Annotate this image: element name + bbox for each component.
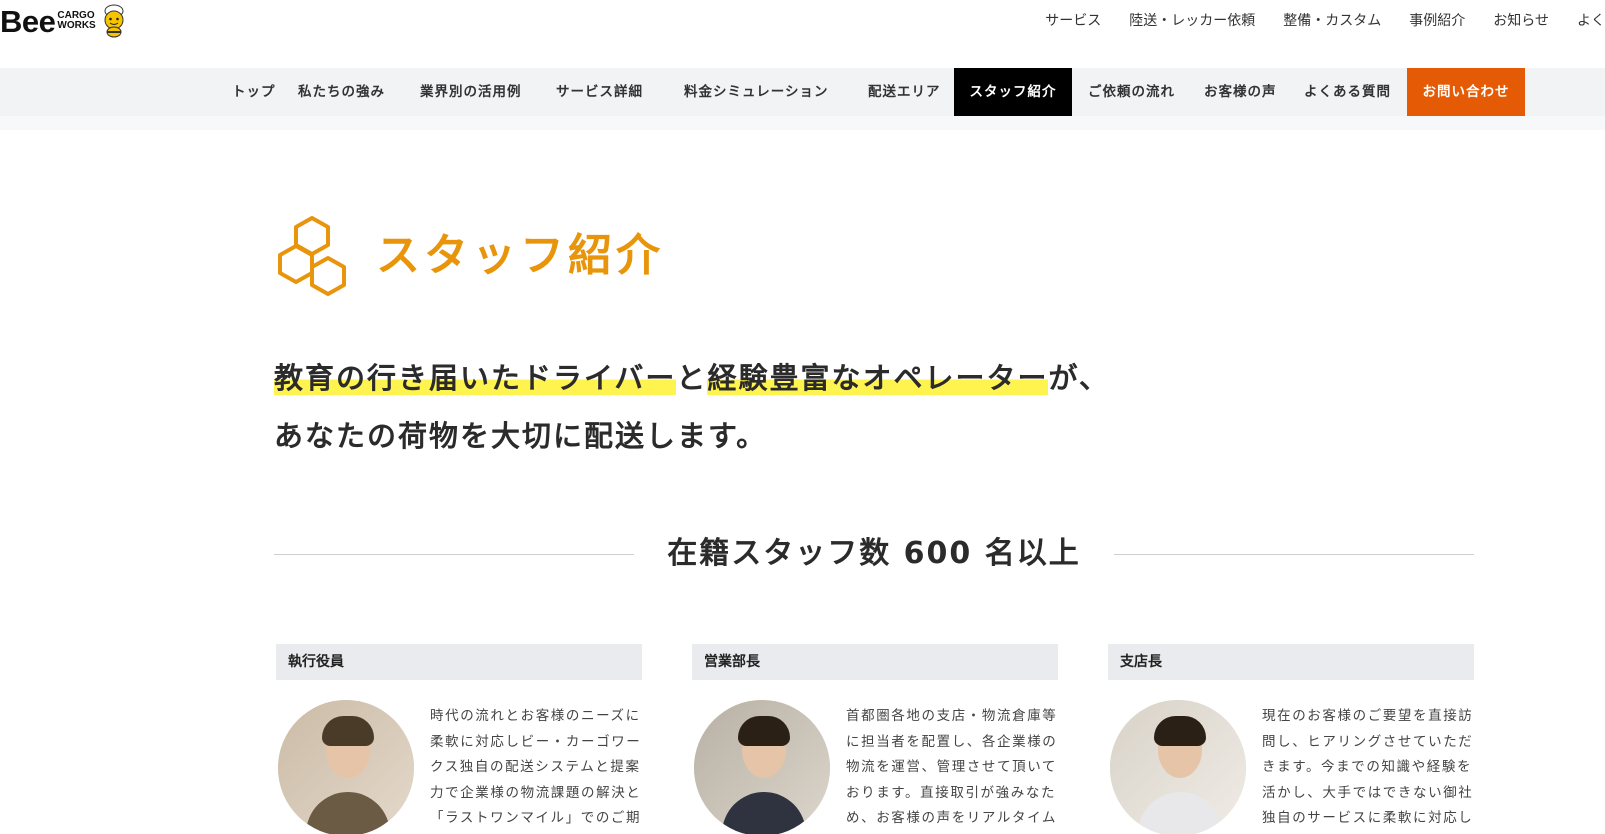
staff-card: 執行役員 時代の流れとお客様のニーズに柔軟に対応しビー・カーゴワークス独自の配送… (276, 644, 642, 834)
bee-mascot-icon (104, 4, 124, 38)
staff-role: 執行役員 (276, 644, 642, 680)
staff-card: 支店長 現在のお客様のご要望を直接訪問し、ヒアリングさせていただきます。今までの… (1108, 644, 1474, 834)
nav-staff[interactable]: スタッフ紹介 (954, 68, 1072, 116)
staff-count: 在籍スタッフ数 600 名以上 (667, 536, 1081, 571)
logo-wordmark: Bee (0, 3, 56, 39)
nav-service-details[interactable]: サービス詳細 (556, 68, 643, 116)
lead-highlight-operators: 経験豊富なオペレーター (707, 361, 1049, 395)
staff-role: 営業部長 (692, 644, 1058, 680)
staff-role: 支店長 (1108, 644, 1474, 680)
nav-bottom-strip (0, 116, 1605, 130)
staff-description: 現在のお客様のご要望を直接訪問し、ヒアリングさせていただきます。今までの知識や経… (1262, 708, 1474, 826)
page-title: スタッフ紹介 (376, 230, 664, 281)
staff-photo (1110, 700, 1246, 834)
top-nav-news[interactable]: お知らせ (1493, 10, 1549, 32)
top-nav: サービス 陸送・レッカー依頼 整備・カスタム 事例紹介 お知らせ よく (1017, 10, 1605, 32)
nav-price-simulation[interactable]: 料金シミュレーション (684, 68, 828, 116)
hexagon-icon (278, 216, 346, 296)
staff-description: 時代の流れとお客様のニーズに柔軟に対応しビー・カーゴワークス独自の配送システムと… (430, 708, 642, 826)
top-nav-cases[interactable]: 事例紹介 (1409, 10, 1465, 32)
nav-delivery-area[interactable]: 配送エリア (868, 68, 941, 116)
nav-top[interactable]: トップ (232, 68, 276, 116)
nav-industry-cases[interactable]: 業界別の活用例 (420, 68, 522, 116)
top-nav-maintenance[interactable]: 整備・カスタム (1283, 10, 1381, 32)
site-header: Bee CARGO WORKS サービス 陸送・レッカー依頼 整備・カスタム 事… (0, 0, 1605, 68)
lead-line-2: あなたの荷物を大切に配送します。 (274, 419, 768, 453)
staff-card: 営業部長 首都圏各地の支店・物流倉庫等に担当者を配置し、各企業様の物流を運営、管… (692, 644, 1058, 834)
contact-button[interactable]: お問い合わせ (1407, 68, 1525, 116)
top-nav-towing[interactable]: 陸送・レッカー依頼 (1129, 10, 1255, 32)
staff-photo (694, 700, 830, 834)
site-logo[interactable]: Bee CARGO WORKS (0, 2, 130, 40)
lead-conjunction: と (676, 361, 708, 395)
lead-particle: が、 (1048, 361, 1110, 395)
lead-highlight-drivers: 教育の行き届いたドライバー (274, 361, 677, 395)
nav-faq[interactable]: よくある質問 (1304, 68, 1391, 116)
nav-flow[interactable]: ご依頼の流れ (1088, 68, 1175, 116)
nav-strengths[interactable]: 私たちの強み (298, 68, 385, 116)
top-nav-services[interactable]: サービス (1045, 10, 1101, 32)
nav-voices[interactable]: お客様の声 (1204, 68, 1277, 116)
logo-sub-bottom: WORKS (57, 20, 96, 31)
staff-photo (278, 700, 414, 834)
main-nav: トップ 私たちの強み 業界別の活用例 サービス詳細 料金シミュレーション 配送エ… (0, 68, 1605, 116)
lead-line-1: 教育の行き届いたドライバーと経験豊富なオペレーターが、 (274, 358, 1110, 398)
top-nav-faq[interactable]: よく (1577, 10, 1605, 32)
staff-count-block: 在籍スタッフ数 600 名以上 (274, 530, 1474, 578)
logo-subtext: CARGO WORKS (57, 11, 95, 31)
staff-description: 首都圏各地の支店・物流倉庫等に担当者を配置し、各企業様の物流を運営、管理させて頂… (846, 708, 1058, 826)
